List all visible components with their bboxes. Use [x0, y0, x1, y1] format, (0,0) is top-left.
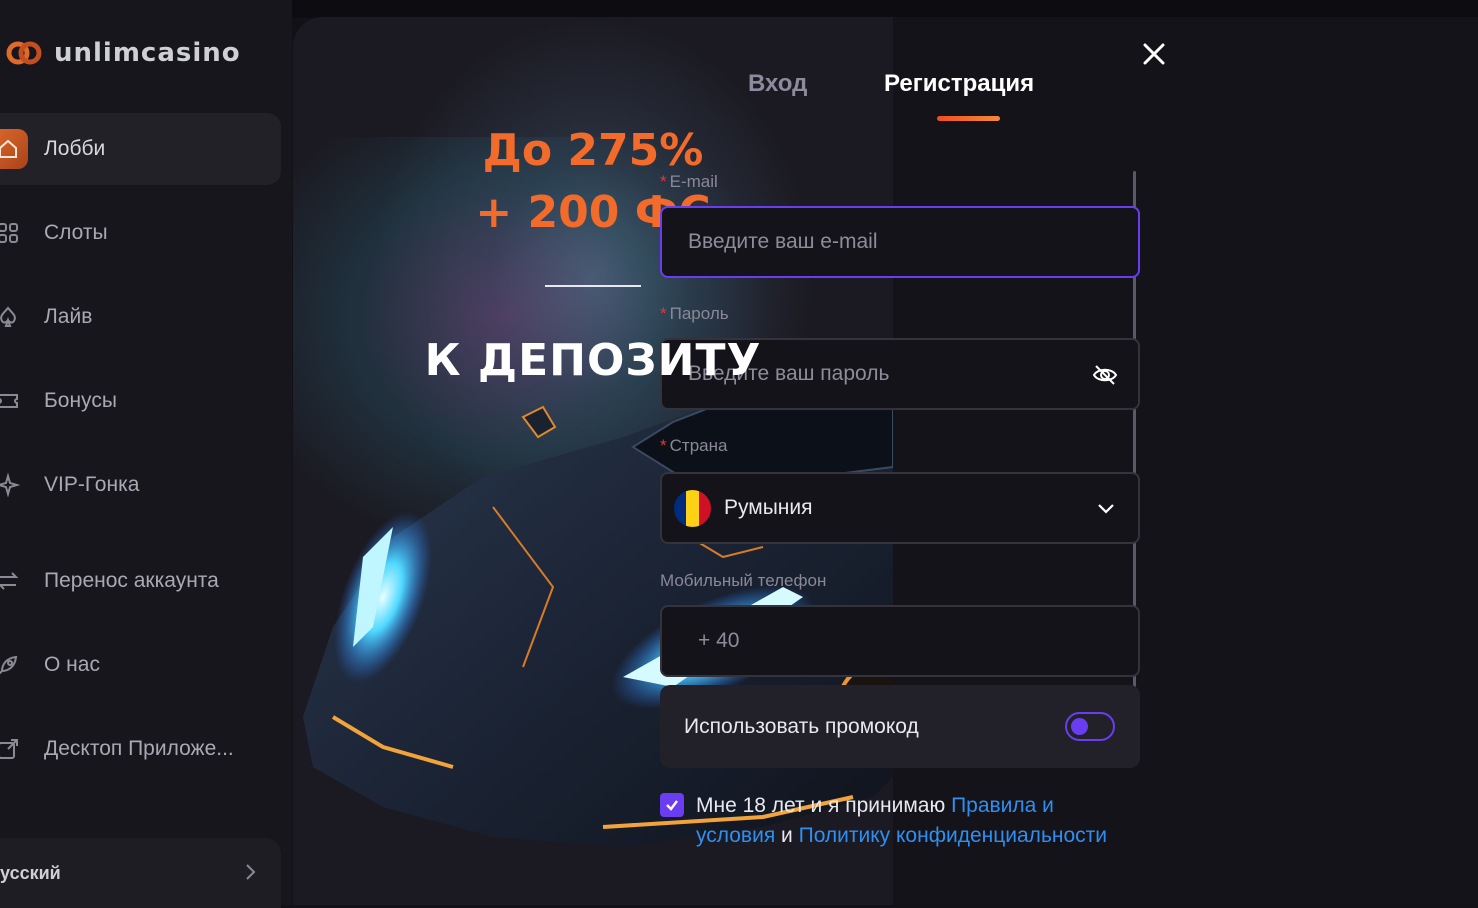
chevron-down-icon: [1098, 504, 1114, 514]
phone-label: Мобильный телефон: [660, 571, 827, 590]
email-input[interactable]: [688, 230, 1078, 254]
phone-field[interactable]: + 40: [660, 605, 1140, 677]
sidebar-item-lobby[interactable]: Лобби: [0, 113, 281, 185]
chevron-right-icon: [246, 864, 256, 880]
promocode-row: Использовать промокод: [660, 685, 1140, 768]
privacy-link[interactable]: Политику конфиденциальности: [799, 824, 1107, 847]
required-marker: *: [660, 436, 667, 455]
password-label-text: Пароль: [669, 304, 729, 323]
checkmark-icon: [666, 800, 678, 811]
grid-icon: [0, 213, 28, 253]
close-icon[interactable]: [1140, 40, 1168, 68]
sidebar-item-label: Лобби: [44, 137, 106, 160]
star-icon: [0, 465, 28, 505]
tab-register[interactable]: Регистрация: [884, 70, 1034, 98]
email-label-text: E-mail: [669, 172, 718, 191]
eye-off-icon[interactable]: [1092, 362, 1118, 388]
promo-panel: До 275% + 200 ФС К ДЕПОЗИТУ: [293, 17, 893, 905]
sidebar-item-label: Слоты: [44, 221, 108, 244]
phone-prefix: + 40: [698, 629, 740, 652]
home-icon: [0, 129, 28, 169]
terms-text: Мне 18 лет и я принимаю Правила и услови…: [696, 791, 1126, 851]
email-label: * E-mail: [660, 172, 718, 192]
sidebar-item-account-transfer[interactable]: Перенос аккаунта: [0, 545, 281, 617]
promo-bonus-percent: До 275%: [482, 125, 704, 176]
registration-modal: До 275% + 200 ФС К ДЕПОЗИТУ: [293, 17, 1478, 905]
country-value: Румыния: [724, 496, 813, 519]
brand-logo[interactable]: unlimcasino: [6, 36, 241, 70]
auth-form-panel: [893, 17, 1478, 905]
sidebar-item-label: Десктоп Приложе...: [44, 737, 234, 760]
top-bar: [292, 0, 1478, 18]
toggle-knob: [1071, 718, 1088, 735]
sidebar-item-label: Лайв: [44, 305, 93, 328]
transfer-icon: [0, 561, 28, 601]
sidebar-item-label: VIP-Гонка: [44, 473, 140, 496]
romania-flag-icon: [674, 490, 711, 527]
email-field[interactable]: [660, 206, 1140, 278]
language-label: усский: [0, 862, 61, 883]
sidebar-item-about[interactable]: О нас: [0, 629, 281, 701]
country-label-text: Страна: [669, 436, 728, 455]
sidebar-item-label: Бонусы: [44, 389, 117, 412]
country-select[interactable]: Румыния: [660, 472, 1140, 544]
promo-subtitle: К ДЕПОЗИТУ: [424, 335, 762, 386]
required-marker: *: [660, 304, 667, 323]
ticket-icon: [0, 381, 28, 421]
sidebar-item-label: Перенос аккаунта: [44, 569, 219, 592]
logo-icon: [6, 41, 42, 65]
sidebar-item-bonuses[interactable]: Бонусы: [0, 365, 281, 437]
sidebar-item-desktop-app[interactable]: Десктоп Приложе...: [0, 713, 281, 785]
sidebar-item-live[interactable]: Лайв: [0, 281, 281, 353]
promo-divider: [545, 285, 641, 287]
sidebar-item-slots[interactable]: Слоты: [0, 197, 281, 269]
terms-text-part: Мне 18 лет и я принимаю: [696, 794, 952, 817]
language-selector[interactable]: усский: [0, 838, 281, 908]
sidebar-item-label: О нас: [44, 653, 100, 676]
active-tab-indicator: [937, 116, 1000, 121]
brand-name: unlimcasino: [54, 38, 241, 68]
promocode-toggle[interactable]: [1065, 712, 1115, 741]
sidebar: unlimcasino Лобби Слоты Лайв Бонусы VIP-…: [0, 0, 292, 908]
rocket-icon: [0, 645, 28, 685]
terms-checkbox[interactable]: [660, 793, 684, 817]
tab-login[interactable]: Вход: [748, 70, 807, 98]
password-label: * Пароль: [660, 304, 729, 324]
terms-text-part: и: [775, 824, 799, 847]
country-label: * Страна: [660, 436, 727, 456]
sidebar-item-vip-race[interactable]: VIP-Гонка: [0, 449, 281, 521]
spade-icon: [0, 297, 28, 337]
external-link-icon: [0, 729, 28, 769]
required-marker: *: [660, 172, 667, 191]
promocode-label: Использовать промокод: [684, 715, 919, 738]
